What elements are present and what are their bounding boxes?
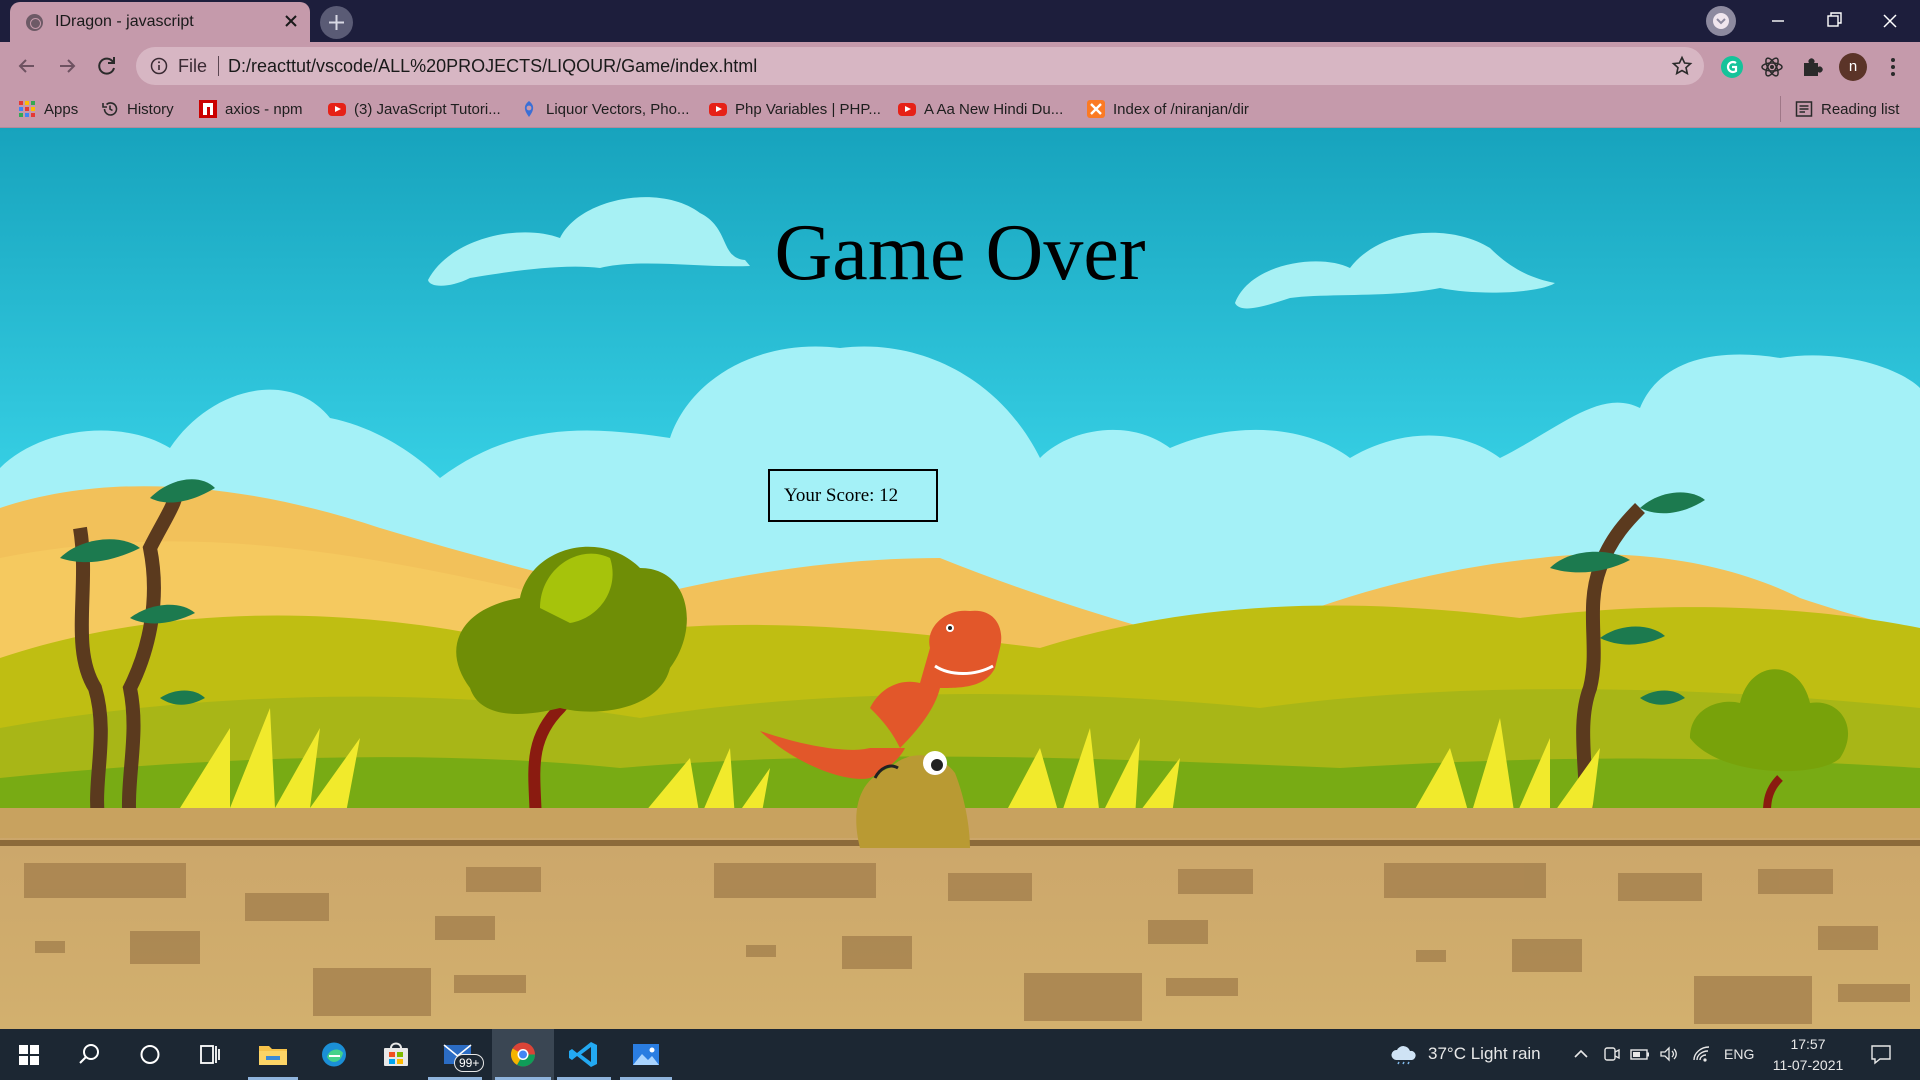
profile-avatar[interactable]: n [1839, 53, 1867, 81]
bookmark-label: Php Variables | PHP... [735, 100, 881, 118]
extensions-puzzle-icon[interactable] [1799, 54, 1825, 80]
bookmark-apps[interactable]: Apps [18, 98, 78, 120]
bookmarks-bar: Apps History axios - npm (3) JavaScript … [0, 90, 1920, 128]
bookmark-php-variables[interactable]: Php Variables | PHP... [709, 98, 881, 120]
search-icon[interactable] [60, 1029, 118, 1080]
back-arrow-icon[interactable] [13, 52, 41, 80]
reading-list-button[interactable]: Reading list [1795, 98, 1899, 120]
url-divider [218, 56, 219, 76]
game-canvas[interactable]: Game Over Your Score: 12 [0, 128, 1920, 1029]
reload-icon[interactable] [93, 52, 121, 80]
clock-time: 17:57 [1790, 1036, 1826, 1052]
weather-text[interactable]: 37°C Light rain [1428, 1044, 1541, 1064]
clock-date: 11-07-2021 [1772, 1057, 1844, 1073]
chevron-up-icon[interactable] [1570, 1043, 1592, 1065]
edge-icon[interactable] [305, 1029, 363, 1080]
store-icon[interactable] [367, 1029, 425, 1080]
browser-tab[interactable]: IDragon - javascript [10, 2, 310, 42]
battery-icon[interactable] [1629, 1043, 1651, 1065]
browser-title-bar: IDragon - javascript [0, 0, 1920, 42]
notifications-icon[interactable] [1869, 1042, 1893, 1066]
grammarly-icon[interactable] [1719, 54, 1745, 80]
info-icon[interactable] [150, 57, 168, 75]
url-text[interactable]: D:/reacttut/vscode/ALL%20PROJECTS/LIQOUR… [228, 56, 757, 77]
photos-icon[interactable] [617, 1029, 675, 1080]
close-tab-icon[interactable] [280, 10, 302, 32]
game-over-title: Game Over [774, 209, 1146, 297]
close-window-button[interactable] [1862, 0, 1918, 42]
bookmark-label: axios - npm [225, 100, 303, 118]
bookmark-star-icon[interactable] [1671, 55, 1693, 77]
reading-list-label: Reading list [1821, 100, 1900, 118]
task-view-icon[interactable] [181, 1029, 239, 1080]
bookmark-javascript-tutorial[interactable]: (3) JavaScript Tutori... [328, 98, 501, 120]
bookmark-label: (3) JavaScript Tutori... [354, 100, 501, 118]
bookmark-label: Apps [44, 100, 79, 118]
meet-now-icon[interactable] [1600, 1043, 1622, 1065]
npm-icon [199, 100, 217, 118]
kebab-menu-icon[interactable] [1880, 54, 1906, 80]
bookmark-history[interactable]: History [101, 98, 174, 120]
system-clock[interactable]: 17:57 11-07-2021 [1762, 1034, 1854, 1076]
tab-search-button[interactable] [1706, 6, 1736, 36]
bookmark-label: Index of /niranjan/dir [1113, 100, 1249, 118]
bookmarks-divider [1780, 96, 1781, 122]
language-indicator[interactable]: ENG [1724, 1046, 1754, 1062]
score-display: Your Score: 12 [768, 469, 938, 522]
react-devtools-icon[interactable] [1759, 54, 1785, 80]
restore-button[interactable] [1806, 0, 1862, 42]
globe-icon [26, 14, 43, 31]
bookmark-hindi[interactable]: A Aa New Hindi Du... [898, 98, 1063, 120]
file-explorer-icon[interactable] [244, 1029, 302, 1080]
volume-icon[interactable] [1658, 1043, 1680, 1065]
minimize-button[interactable] [1750, 0, 1806, 42]
new-tab-button[interactable] [320, 6, 353, 39]
mail-unread-badge: 99+ [454, 1054, 485, 1072]
windows-taskbar: 99+ 37°C Light rain ENG 17:57 11-07-2021 [0, 1029, 1920, 1080]
bookmark-axios-npm[interactable]: axios - npm [199, 98, 303, 120]
bookmark-label: History [127, 100, 174, 118]
chrome-taskbar-button[interactable] [492, 1029, 554, 1080]
youtube-icon [898, 102, 916, 116]
bookmark-label: Liquor Vectors, Pho... [546, 100, 690, 118]
reading-list-icon [1795, 101, 1813, 117]
bookmark-liquor-vectors[interactable]: Liquor Vectors, Pho... [520, 98, 689, 120]
weather-cloud-icon[interactable] [1390, 1043, 1418, 1065]
apps-grid-icon [19, 101, 35, 117]
xampp-icon [1087, 100, 1105, 118]
chevron-down-icon [1713, 13, 1729, 29]
wifi-icon[interactable] [1691, 1043, 1713, 1065]
tab-title: IDragon - javascript [55, 13, 194, 30]
history-icon [102, 102, 118, 116]
vscode-icon[interactable] [555, 1029, 613, 1080]
youtube-icon [709, 102, 727, 116]
bookmark-index-niranjan[interactable]: Index of /niranjan/dir [1087, 98, 1249, 120]
cortana-icon[interactable] [121, 1029, 179, 1080]
url-scheme-label: File [178, 56, 208, 76]
address-bar[interactable]: File D:/reacttut/vscode/ALL%20PROJECTS/L… [136, 47, 1704, 85]
chrome-icon [510, 1042, 535, 1067]
youtube-icon [328, 102, 346, 116]
browser-toolbar: File D:/reacttut/vscode/ALL%20PROJECTS/L… [0, 42, 1920, 90]
bookmark-label: A Aa New Hindi Du... [924, 100, 1064, 118]
plus-icon [329, 15, 344, 30]
forward-arrow-icon[interactable] [53, 52, 81, 80]
freepik-icon [524, 101, 534, 117]
windows-start-icon[interactable] [0, 1029, 58, 1080]
